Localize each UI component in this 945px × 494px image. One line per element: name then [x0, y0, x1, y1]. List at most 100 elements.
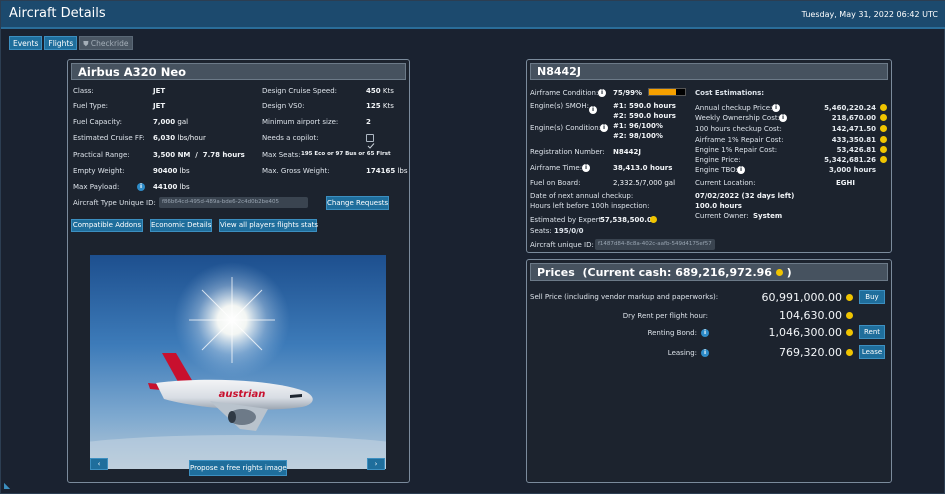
info-icon[interactable]: i [701, 329, 709, 337]
fuel-capacity-value: 7,000 gal [153, 118, 188, 126]
type-uid-value[interactable]: f86b64cd-495d-489a-bde6-2c4d0b2be405 [159, 197, 308, 208]
type-uid-label: Aircraft Type Unique ID: [73, 199, 156, 207]
coin-icon [880, 156, 887, 163]
fuel-capacity-unit: gal [177, 118, 189, 126]
registration-label: Registration Number: [530, 148, 605, 156]
tab-flights[interactable]: Flights [44, 36, 78, 50]
engine-repair-value: 53,426.81 [836, 146, 876, 154]
dry-rent-value: 104,630.00 [779, 309, 842, 322]
title-bar: Aircraft Details Tuesday, May 31, 2022 0… [1, 1, 945, 29]
renting-bond-label: Renting Bond: [647, 329, 697, 337]
cruise-speed-unit: Kts [382, 87, 394, 95]
class-value: JET [153, 87, 166, 95]
livery-text: austrian [219, 389, 266, 400]
expert-estimate-label: Estimated by Expert: [530, 216, 604, 224]
propose-image-button[interactable]: Propose a free rights image [189, 460, 287, 476]
tab-events[interactable]: Events [9, 36, 43, 50]
next-image-button[interactable]: › [367, 458, 385, 470]
rent-button[interactable]: Rent [859, 325, 885, 339]
vs0-value: 125 Kts [366, 102, 394, 110]
seats-label-text: Seats: [530, 227, 552, 235]
engine-price-value: 5,342,681.26 [824, 156, 876, 164]
info-icon[interactable]: i [598, 89, 606, 97]
lease-button[interactable]: Lease [859, 345, 885, 359]
max-payload-value: 44100 lbs [153, 183, 190, 191]
min-airport-label: Minimum airport size: [262, 118, 339, 126]
aircraft-image: austrian [90, 255, 386, 469]
app-window: Aircraft Details Tuesday, May 31, 2022 0… [0, 0, 945, 494]
coin-icon [846, 294, 853, 301]
checkup-100h-value: 142,471.50 [831, 125, 876, 133]
coin-icon [650, 216, 657, 223]
engine-price-label: Engine Price: [695, 156, 741, 164]
max-payload-unit: lbs [179, 183, 190, 191]
info-icon[interactable]: i [779, 114, 787, 122]
coin-icon [880, 125, 887, 132]
info-icon[interactable]: i [737, 166, 745, 174]
airframe-repair-label: Airframe 1% Repair Cost: [695, 136, 784, 144]
info-icon[interactable]: i [600, 124, 608, 132]
current-owner-label: Current Owner: [695, 212, 749, 220]
condition-bar-fill [649, 89, 676, 95]
tab-bar: Events Flights ⛊ Checkride [9, 36, 135, 55]
range-label: Practical Range: [73, 151, 130, 159]
empty-weight-unit: lbs [179, 167, 190, 175]
engine-condition-label: Engine(s) Condition: [530, 124, 602, 132]
info-icon[interactable]: i [137, 183, 145, 191]
economic-details-button[interactable]: Economic Details [150, 219, 212, 232]
leasing-value: 769,320.00 [779, 346, 842, 359]
cash-close: ) [786, 266, 792, 279]
compatible-addons-button[interactable]: Compatible Addons [71, 219, 143, 232]
info-icon[interactable]: i [772, 104, 780, 112]
seats-label: Seats: 195/0/0 [530, 227, 584, 235]
fuel-type-value: JET [153, 102, 166, 110]
airframe-repair-value: 433,350.81 [831, 136, 876, 144]
change-requests-button[interactable]: Change Requests [326, 196, 389, 210]
condition-value: 75/99% [613, 89, 643, 97]
airframe-time-label: Airframe Time: [530, 164, 583, 172]
prices-title: Prices [537, 266, 575, 279]
weekly-ownership-value: 218,670.00 [831, 114, 876, 122]
coin-icon [846, 312, 853, 319]
coin-icon [846, 329, 853, 336]
sell-price-label: Sell Price (including vendor markup and … [530, 293, 719, 301]
smoh-engine-2: #2: 590.0 hours [613, 112, 676, 120]
empty-weight-value: 90400 lbs [153, 167, 190, 175]
cruise-ff-number: 6,030 [153, 134, 176, 142]
prev-image-button[interactable]: ‹ [90, 458, 108, 470]
coin-icon [880, 104, 887, 111]
range-hours: 7.78 hours [202, 151, 245, 159]
fuel-type-label: Fuel Type: [73, 102, 108, 110]
max-gross-label: Max. Gross Weight: [262, 167, 330, 175]
engine-tbo-value: 3,000 hours [829, 166, 876, 174]
current-location-label: Current Location: [695, 179, 756, 187]
buy-button[interactable]: Buy [859, 290, 885, 304]
prices-header: Prices (Current cash: 689,216,972.96 ) [530, 263, 888, 281]
window-title: Aircraft Details [9, 6, 106, 21]
empty-weight-label: Empty Weight: [73, 167, 125, 175]
smoh-label: Engine(s) SMOH: [530, 102, 589, 110]
range-nm: 3,500 NM [153, 151, 191, 159]
resize-handle-icon[interactable]: ◣ [4, 481, 10, 490]
dry-rent-label: Dry Rent per flight hour: [622, 312, 708, 320]
aircraft-uid-value[interactable]: f1487d84-8c8a-402c-aafb-549d4175ef57 [595, 239, 715, 250]
fuel-on-board-value: 2,332.5/7,000 gal [613, 179, 676, 187]
next-checkup-label: Date of next annual checkup: [530, 192, 634, 200]
smoh-engine-1: #1: 590.0 hours [613, 102, 676, 110]
info-icon[interactable]: i [589, 106, 597, 114]
max-seats-label: Max Seats: [262, 151, 301, 159]
vs0-number: 125 [366, 102, 381, 110]
info-icon[interactable]: i [701, 349, 709, 357]
cruise-ff-unit: lbs/hour [177, 134, 206, 142]
all-flights-stats-button[interactable]: View all players flights stats [219, 219, 318, 232]
sell-price-value: 60,991,000.00 [761, 291, 842, 304]
coin-icon [846, 349, 853, 356]
info-icon[interactable]: i [582, 164, 590, 172]
cash-value: 689,216,972.96 [675, 266, 772, 279]
fuel-on-board-label: Fuel on Board: [530, 179, 581, 187]
annual-checkup-label: Annual checkup Price: [695, 104, 773, 112]
cruise-ff-label: Estimated Cruise FF: [73, 134, 145, 142]
next-checkup-value: 07/02/2022 (32 days left) [695, 192, 795, 200]
current-location-value[interactable]: EGHI [836, 179, 855, 187]
shield-icon: ⛊ [83, 40, 89, 48]
